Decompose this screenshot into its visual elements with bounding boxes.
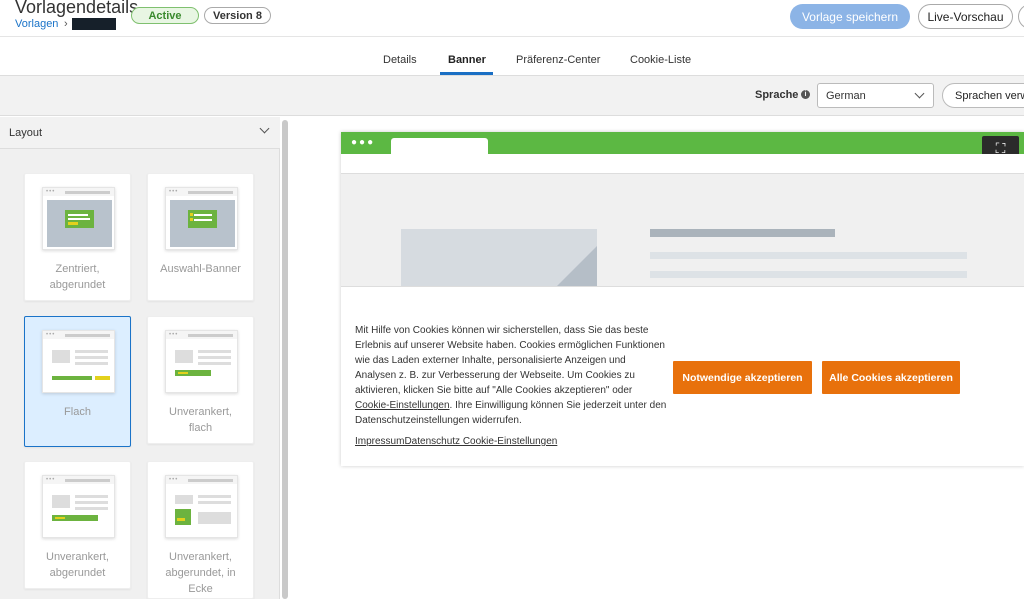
- window-dots-icon: ●●●: [351, 137, 376, 148]
- layout-panel-header[interactable]: Layout: [0, 117, 280, 149]
- manage-languages-button[interactable]: Sprachen verw: [942, 83, 1024, 108]
- text-placeholder: [650, 229, 835, 237]
- tab-cookie-list[interactable]: Cookie-Liste: [630, 54, 691, 66]
- panel-resize-handle[interactable]: [282, 120, 288, 599]
- page-header: Vorlagendetails Vorlagen › Active Versio…: [0, 0, 1024, 36]
- breadcrumb-separator: ›: [64, 18, 68, 30]
- layout-option-floating-rounded[interactable]: ••• Unverankert, abgerundet: [24, 461, 131, 589]
- version-badge: Version 8: [204, 7, 271, 24]
- tab-banner[interactable]: Banner: [448, 54, 486, 66]
- live-preview-button[interactable]: Live-Vorschau: [918, 4, 1013, 29]
- layout-option-floating-rounded-corner[interactable]: ••• Unverankert, abgerundet, in Ecke: [147, 461, 254, 599]
- page-placeholder: [341, 175, 1024, 286]
- text-placeholder: [650, 252, 967, 259]
- tab-details[interactable]: Details: [383, 54, 417, 66]
- banner-footer-links[interactable]: ImpressumDatenschutz Cookie-Einstellunge…: [355, 436, 557, 447]
- chevron-down-icon: [914, 88, 925, 99]
- layout-thumbnail: •••: [165, 475, 238, 538]
- header-divider: [0, 36, 1024, 37]
- layout-thumbnail: •••: [42, 187, 115, 250]
- breadcrumb-redacted-item: [72, 18, 116, 30]
- chevron-down-icon: [259, 123, 270, 134]
- save-template-button[interactable]: Vorlage speichern: [790, 4, 910, 29]
- layout-thumbnail: •••: [42, 330, 115, 393]
- language-select-value: German: [826, 89, 866, 102]
- status-badge: Active: [131, 7, 199, 24]
- layout-option-selection-banner[interactable]: ••• Auswahl-Banner: [147, 173, 254, 301]
- page-title: Vorlagendetails: [15, 0, 139, 17]
- layout-thumbnail: •••: [165, 187, 238, 250]
- layout-thumbnail: •••: [42, 475, 115, 538]
- browser-bar: ●●●: [341, 132, 1024, 154]
- accept-all-button[interactable]: Alle Cookies akzeptieren: [822, 361, 960, 394]
- info-icon[interactable]: i: [801, 90, 810, 99]
- text-placeholder: [650, 271, 967, 278]
- browser-tab: [391, 138, 488, 154]
- cookie-settings-link[interactable]: Cookie-Einstellungen: [355, 400, 450, 411]
- tab-preference-center[interactable]: Präferenz-Center: [516, 54, 600, 66]
- cookie-banner-text: Mit Hilfe von Cookies können wir sichers…: [355, 325, 667, 426]
- accept-necessary-button[interactable]: Notwendige akzeptieren: [673, 361, 812, 394]
- layout-panel-title: Layout: [9, 127, 43, 139]
- cookie-banner: Mit Hilfe von Cookies können wir sichers…: [341, 286, 1024, 466]
- browser-address-bar: [341, 154, 1024, 174]
- layout-option-centered-rounded[interactable]: ••• Zentriert, abgerundet: [24, 173, 131, 301]
- language-select[interactable]: German: [817, 83, 934, 108]
- breadcrumb-vorlagen[interactable]: Vorlagen: [15, 18, 58, 30]
- layout-panel: Layout ••• Zentriert, abgerundet ••• Aus…: [0, 117, 280, 599]
- tab-bar: Details Banner Präferenz-Center Cookie-L…: [0, 44, 1024, 74]
- layout-option-floating-flat[interactable]: ••• Unverankert, flach: [147, 316, 254, 444]
- image-placeholder: [401, 229, 597, 286]
- language-label: Sprache: [755, 89, 799, 101]
- browser-preview: ●●● ⛶ Mit Hilfe von Cookies können wir s…: [341, 132, 1024, 466]
- more-actions-button[interactable]: [1018, 4, 1024, 29]
- layout-option-flat[interactable]: ••• Flach: [24, 316, 131, 447]
- layout-thumbnail: •••: [165, 330, 238, 393]
- language-toolbar: Sprache i German Sprachen verw: [0, 76, 1024, 116]
